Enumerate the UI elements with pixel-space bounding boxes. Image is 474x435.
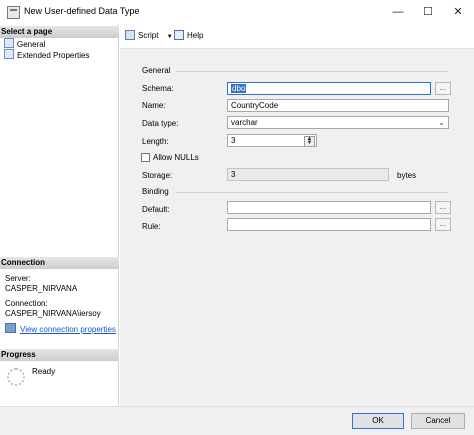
sidebar: Select a page General Extended Propertie… [0,24,119,406]
server-value: CASPER_NIRVANA [5,284,78,293]
default-label: Default: [142,205,170,214]
sidebar-item-extended-properties[interactable]: Extended Properties [4,49,90,60]
content-panel: General Schema: dbo ... Name: CountryCod… [120,49,474,406]
maximize-button[interactable]: ☐ [413,0,443,24]
rule-browse-button[interactable]: ... [435,218,451,231]
length-stepper[interactable]: 3 ▲ ▼ [227,134,317,147]
datatype-value: varchar [231,118,258,127]
page-icon [4,49,14,59]
minimize-button[interactable]: — [383,0,413,24]
progress-spinner-icon [7,368,25,386]
ok-button[interactable]: OK [352,413,404,429]
rule-label: Rule: [142,222,161,231]
title-bar: New User-defined Data Type — ☐ ✕ [0,0,474,24]
cancel-button[interactable]: Cancel [411,413,465,429]
connection-properties-icon [5,323,16,333]
view-connection-properties-label: View connection properties [20,325,116,334]
close-button[interactable]: ✕ [443,0,473,24]
progress-header: Progress [0,349,119,361]
app-icon [7,6,20,19]
storage-field: 3 [227,168,389,181]
page-icon [4,38,14,48]
general-group-divider [176,71,448,72]
sidebar-item-label: Extended Properties [17,51,90,60]
name-field[interactable]: CountryCode [227,99,449,112]
help-icon [174,30,184,40]
view-connection-properties-link[interactable]: View connection properties [5,323,116,334]
name-label: Name: [142,101,166,110]
progress-status: Ready [32,367,56,376]
default-field[interactable] [227,201,431,214]
stepper-arrows-icon[interactable]: ▲ ▼ [304,136,315,146]
schema-browse-button[interactable]: ... [435,82,451,95]
dialog-footer: OK Cancel [0,406,474,435]
allow-nulls-checkbox[interactable] [141,153,150,162]
chevron-down-icon[interactable]: ▼ [167,34,173,40]
rule-field[interactable] [227,218,431,231]
datatype-select[interactable]: varchar ⌄ [227,116,449,129]
help-button[interactable]: Help [174,29,203,43]
script-button[interactable]: Script ▼ [125,29,173,43]
length-value: 3 [231,136,236,145]
default-browse-button[interactable]: ... [435,201,451,214]
sidebar-item-label: General [17,40,46,49]
help-label: Help [187,31,204,40]
window-title: New User-defined Data Type [24,6,140,16]
general-group-label: General [142,66,171,75]
schema-field[interactable]: dbo [227,82,431,95]
length-label: Length: [142,137,169,146]
server-label: Server: [5,274,31,283]
script-icon [125,30,135,40]
datatype-label: Data type: [142,119,179,128]
sidebar-item-general[interactable]: General [4,38,45,49]
chevron-down-icon: ⌄ [438,118,445,127]
binding-group-divider [176,192,448,193]
connection-header: Connection [0,257,119,269]
allow-nulls-label: Allow NULLs [153,153,199,162]
select-page-header: Select a page [0,26,119,38]
storage-label: Storage: [142,171,173,180]
storage-unit: bytes [397,171,417,180]
script-label: Script [138,31,159,40]
schema-value: dbo [231,84,247,93]
schema-label: Schema: [142,84,174,93]
connection-value: CASPER_NIRVANA\iersoy [5,309,101,318]
toolbar: Script ▼ Help [119,24,474,49]
connection-label: Connection: [5,299,48,308]
binding-group-label: Binding [142,187,169,196]
